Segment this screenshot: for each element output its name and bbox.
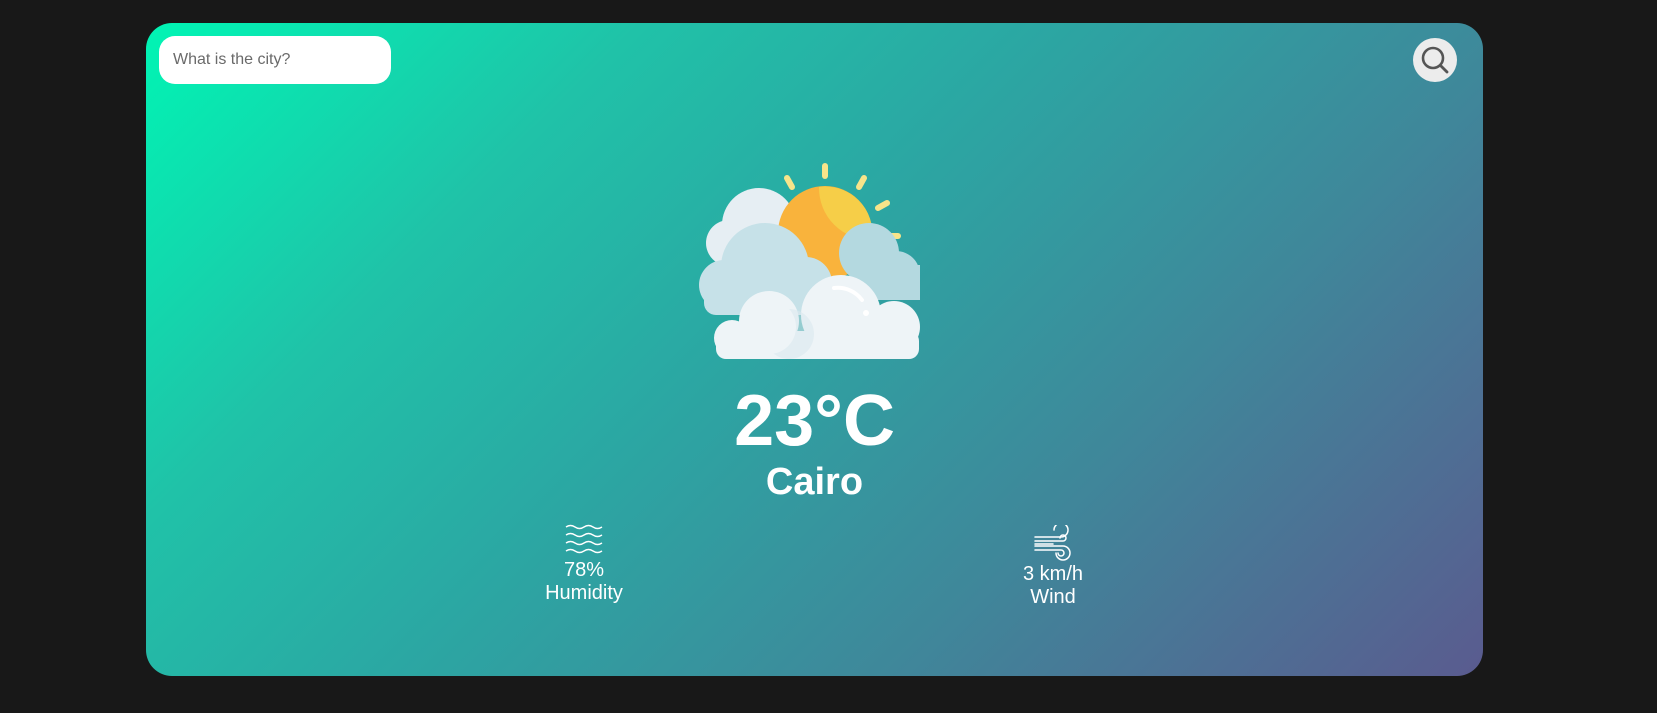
city-name: Cairo bbox=[765, 461, 864, 503]
wind-block: 3 km/h Wind bbox=[1003, 525, 1103, 609]
weather-card: 23°C Cairo 78% Humidity 3 km/h Wind bbox=[146, 23, 1483, 676]
search-input[interactable] bbox=[159, 36, 391, 84]
wind-icon bbox=[1034, 525, 1071, 561]
search-button[interactable] bbox=[1413, 38, 1457, 82]
humidity-label: Humidity bbox=[545, 582, 623, 604]
search-icon bbox=[1421, 46, 1449, 74]
humidity-block: 78% Humidity bbox=[534, 523, 634, 605]
humidity-value: 78% bbox=[563, 559, 605, 581]
humidity-icon bbox=[565, 524, 603, 554]
wind-label: Wind bbox=[1030, 586, 1076, 608]
partly-cloudy-sun-icon bbox=[699, 163, 920, 359]
wind-value: 3 km/h bbox=[1022, 563, 1084, 585]
temperature: 23°C bbox=[734, 381, 895, 461]
